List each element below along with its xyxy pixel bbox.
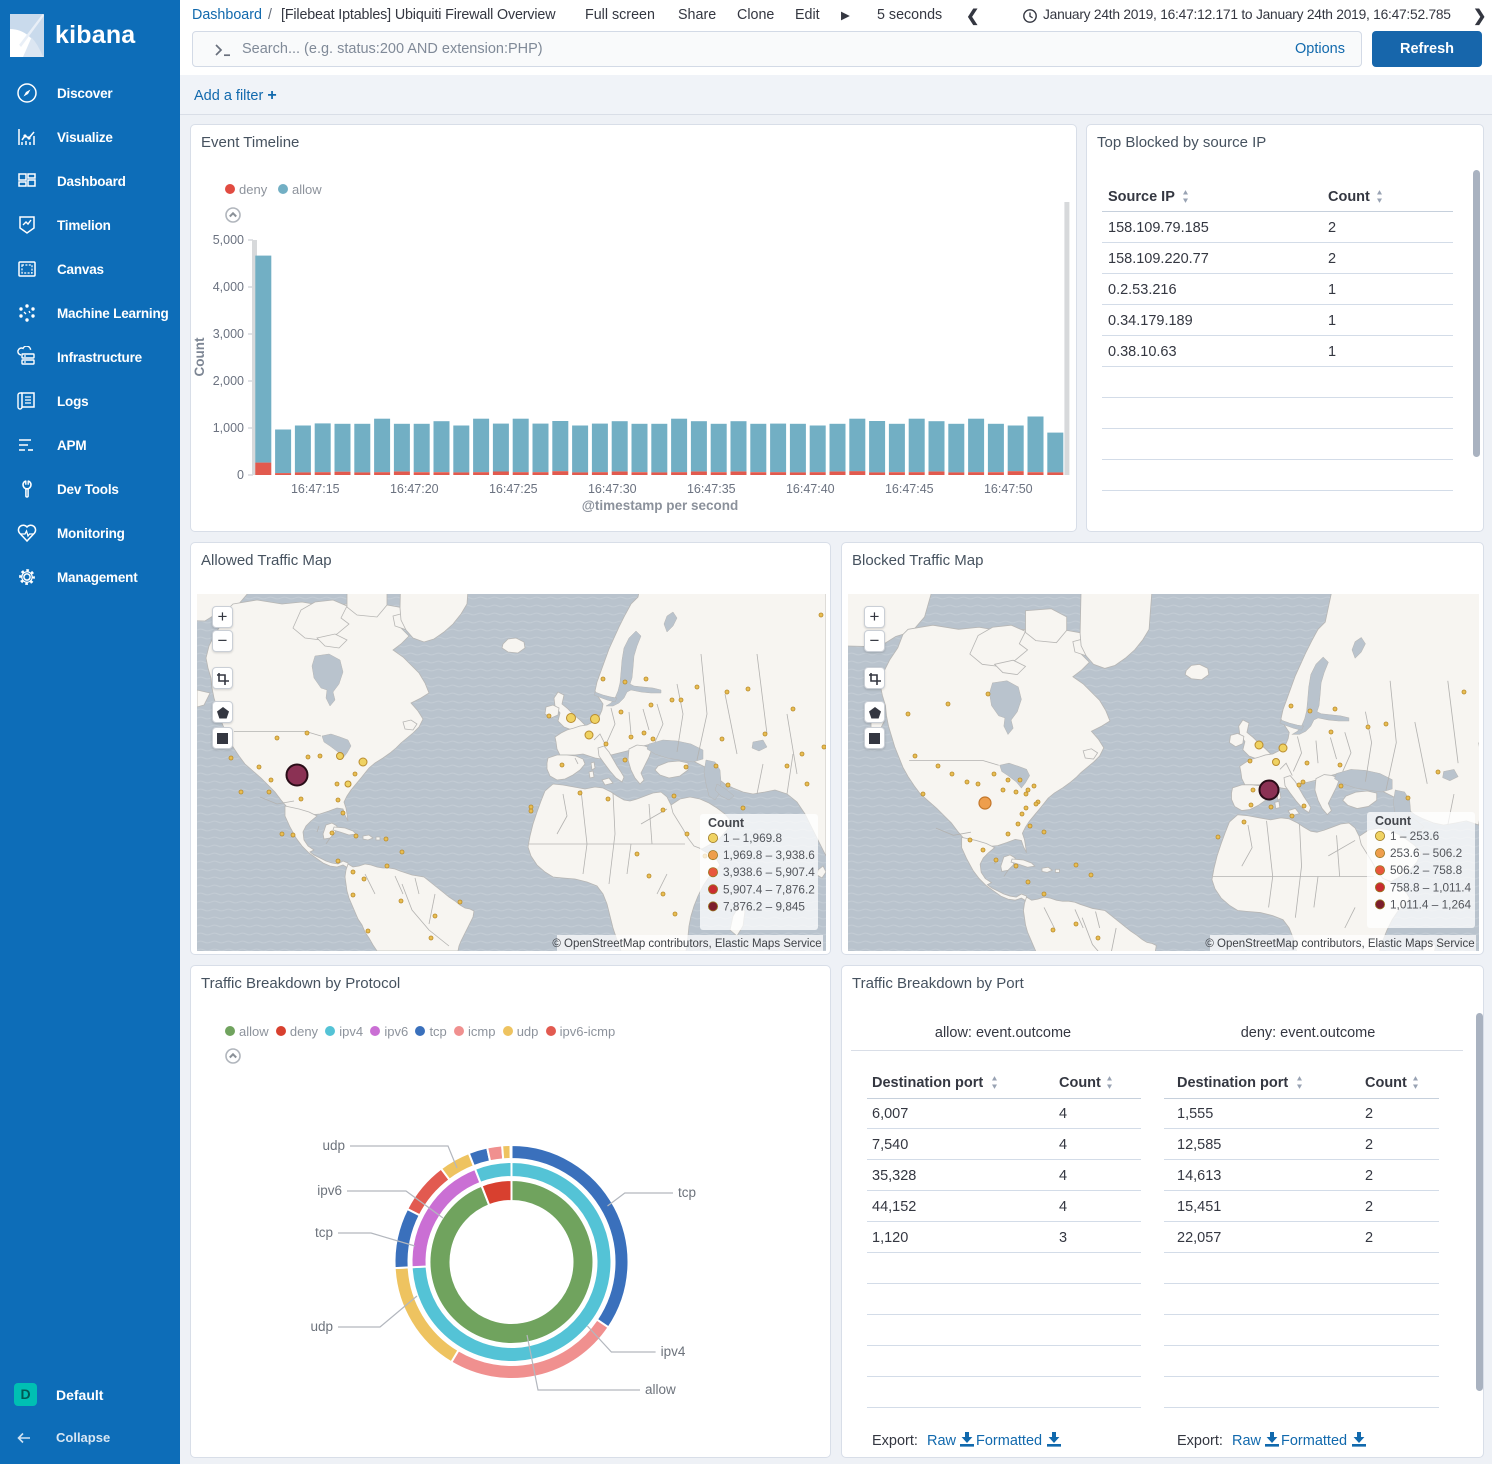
svg-text:Count: Count <box>708 816 745 830</box>
svg-text:16:47:30: 16:47:30 <box>588 482 637 496</box>
svg-text:16:47:40: 16:47:40 <box>786 482 835 496</box>
svg-text:Count: Count <box>1375 814 1412 828</box>
svg-text:1: 1 <box>1328 344 1336 360</box>
svg-text:158.109.220.77: 158.109.220.77 <box>1108 251 1209 267</box>
svg-text:2: 2 <box>1365 1137 1373 1153</box>
svg-text:Formatted: Formatted <box>976 1433 1042 1449</box>
svg-text:udp: udp <box>310 1319 333 1334</box>
svg-text:allow: event.outcome: allow: event.outcome <box>935 1025 1071 1041</box>
svg-text:Destination port: Destination port <box>1177 1075 1288 1091</box>
svg-text:4: 4 <box>1059 1106 1067 1122</box>
svg-text:1,120: 1,120 <box>872 1230 908 1246</box>
svg-text:tcp: tcp <box>315 1225 333 1240</box>
svg-text:14,613: 14,613 <box>1177 1168 1221 1184</box>
svg-text:2,000: 2,000 <box>213 374 244 388</box>
svg-text:2: 2 <box>1328 251 1336 267</box>
svg-text:1 – 1,969.8: 1 – 1,969.8 <box>723 831 782 845</box>
svg-text:3,000: 3,000 <box>213 327 244 341</box>
svg-text:Formatted: Formatted <box>1281 1433 1347 1449</box>
svg-text:Destination port: Destination port <box>872 1075 983 1091</box>
svg-text:tcp: tcp <box>678 1185 696 1200</box>
svg-text:Count: Count <box>1365 1075 1407 1091</box>
svg-text:1,000: 1,000 <box>213 421 244 435</box>
svg-text:ipv6: ipv6 <box>317 1183 342 1198</box>
svg-text:0.2.53.216: 0.2.53.216 <box>1108 282 1177 298</box>
svg-text:2: 2 <box>1328 220 1336 236</box>
svg-text:Source IP: Source IP <box>1108 189 1175 205</box>
svg-text:758.8 – 1,011.4: 758.8 – 1,011.4 <box>1390 880 1472 894</box>
svg-text:253.6 – 506.2: 253.6 – 506.2 <box>1390 846 1462 860</box>
svg-text:Count: Count <box>192 337 207 376</box>
svg-text:5,000: 5,000 <box>213 233 244 247</box>
svg-text:2: 2 <box>1365 1230 1373 1246</box>
svg-text:4: 4 <box>1059 1199 1067 1215</box>
svg-text:© OpenStreetMap contributors,: © OpenStreetMap contributors, Elastic Ma… <box>1205 938 1474 950</box>
svg-text:© OpenStreetMap contributors,: © OpenStreetMap contributors, Elastic Ma… <box>552 938 821 950</box>
svg-text:16:47:50: 16:47:50 <box>984 482 1033 496</box>
svg-text:4: 4 <box>1059 1168 1067 1184</box>
svg-text:7,540: 7,540 <box>872 1137 908 1153</box>
svg-text:0.38.10.63: 0.38.10.63 <box>1108 344 1177 360</box>
svg-text:2: 2 <box>1365 1168 1373 1184</box>
svg-text:0: 0 <box>237 468 244 482</box>
svg-text:3: 3 <box>1059 1230 1067 1246</box>
svg-text:1: 1 <box>1328 282 1336 298</box>
svg-text:ipv4: ipv4 <box>661 1344 686 1359</box>
svg-text:Count: Count <box>1059 1075 1101 1091</box>
svg-text:44,152: 44,152 <box>872 1199 916 1215</box>
svg-text:deny: event.outcome: deny: event.outcome <box>1241 1025 1376 1041</box>
svg-text:16:47:45: 16:47:45 <box>885 482 934 496</box>
svg-text:158.109.79.185: 158.109.79.185 <box>1108 220 1209 236</box>
svg-text:allow: allow <box>645 1382 676 1397</box>
svg-text:Raw: Raw <box>927 1433 957 1449</box>
svg-text:16:47:15: 16:47:15 <box>291 482 340 496</box>
svg-text:6,007: 6,007 <box>872 1106 908 1122</box>
svg-text:7,876.2 – 9,845: 7,876.2 – 9,845 <box>723 899 805 913</box>
svg-text:udp: udp <box>322 1138 345 1153</box>
svg-text:0.34.179.189: 0.34.179.189 <box>1108 313 1193 329</box>
svg-text:16:47:35: 16:47:35 <box>687 482 736 496</box>
svg-text:Export:: Export: <box>872 1433 918 1449</box>
svg-text:2: 2 <box>1365 1199 1373 1215</box>
svg-text:Export:: Export: <box>1177 1433 1223 1449</box>
svg-text:2: 2 <box>1365 1106 1373 1122</box>
svg-text:Count: Count <box>1328 189 1370 205</box>
svg-text:1,555: 1,555 <box>1177 1106 1213 1122</box>
svg-text:22,057: 22,057 <box>1177 1230 1221 1246</box>
svg-text:506.2 – 758.8: 506.2 – 758.8 <box>1390 863 1463 877</box>
svg-text:5,907.4 – 7,876.2: 5,907.4 – 7,876.2 <box>723 882 815 896</box>
svg-text:16:47:25: 16:47:25 <box>489 482 538 496</box>
svg-text:35,328: 35,328 <box>872 1168 916 1184</box>
svg-text:15,451: 15,451 <box>1177 1199 1221 1215</box>
svg-text:12,585: 12,585 <box>1177 1137 1221 1153</box>
svg-text:4,000: 4,000 <box>213 280 244 294</box>
svg-text:16:47:20: 16:47:20 <box>390 482 439 496</box>
svg-text:1,969.8 – 3,938.6: 1,969.8 – 3,938.6 <box>723 848 815 862</box>
svg-text:3,938.6 – 5,907.4: 3,938.6 – 5,907.4 <box>723 865 815 879</box>
svg-text:1 – 253.6: 1 – 253.6 <box>1390 829 1440 843</box>
svg-text:@timestamp per second: @timestamp per second <box>582 498 738 513</box>
svg-text:4: 4 <box>1059 1137 1067 1153</box>
svg-text:1: 1 <box>1328 313 1336 329</box>
svg-text:1,011.4 – 1,264: 1,011.4 – 1,264 <box>1390 897 1472 911</box>
svg-text:Raw: Raw <box>1232 1433 1262 1449</box>
